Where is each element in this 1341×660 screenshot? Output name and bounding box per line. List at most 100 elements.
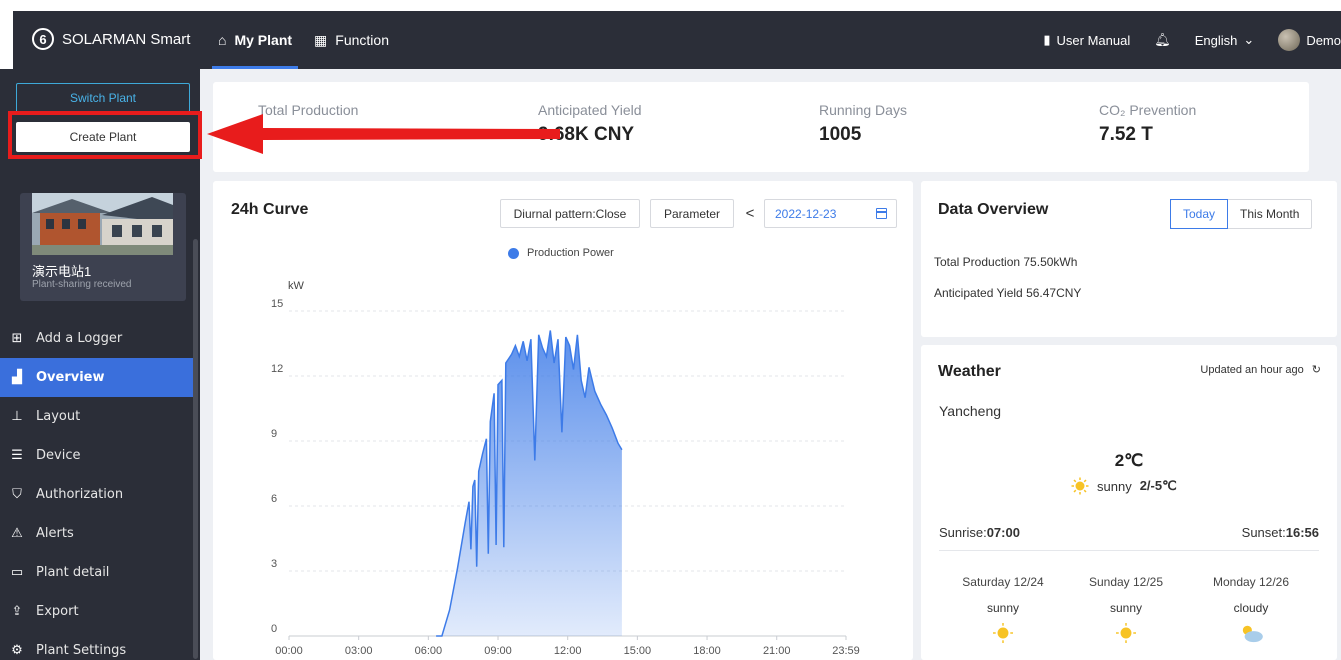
- x-tick-label: 09:00: [484, 645, 512, 657]
- weather-condition: sunny 2/-5℃: [1071, 477, 1177, 495]
- user-manual-label: User Manual: [1056, 32, 1131, 48]
- chart-legend[interactable]: Production Power: [508, 247, 614, 259]
- data-overview-card: Data Overview Today This Month Total Pro…: [921, 181, 1337, 337]
- production-power-chart: kW 0 3 6 9 12 15 00:00 03:00 06:00 09:00 12:00 15:00…: [271, 280, 860, 657]
- stat-total-production: Total Production: [258, 102, 358, 124]
- folder-icon: ▭: [10, 565, 24, 580]
- forecast-condition: sunny: [1109, 601, 1143, 615]
- sidebar-item-label: Plant detail: [36, 565, 110, 580]
- overview-title: Data Overview: [938, 201, 1049, 218]
- language-select[interactable]: English ⌄: [1195, 32, 1255, 48]
- sun-icon: [1071, 477, 1089, 495]
- language-label: English: [1194, 32, 1238, 48]
- sidebar-item-add-logger[interactable]: ⊞ Add a Logger: [0, 319, 198, 358]
- sidebar-menu: ⊞ Add a Logger ▟ Overview ⊥ Layout ☰ Dev…: [0, 319, 198, 660]
- solarman-logo-icon: 6: [32, 28, 54, 50]
- parameter-button[interactable]: Parameter: [650, 199, 734, 228]
- date-value: 2022-12-23: [775, 206, 837, 221]
- x-tick-label: 12:00: [554, 645, 582, 657]
- sidebar-item-plant-detail[interactable]: ▭ Plant detail: [0, 553, 198, 592]
- x-tick-label: 18:00: [693, 645, 721, 657]
- sidebar-item-label: Add a Logger: [36, 331, 123, 346]
- shield-icon: ⛉: [12, 487, 22, 502]
- sidebar-item-overview[interactable]: ▟ Overview: [0, 358, 198, 397]
- brand-logo[interactable]: 6 SOLARMAN Smart: [32, 28, 190, 50]
- y-tick-label: 0: [271, 623, 277, 635]
- refresh-icon[interactable]: ↻: [1312, 363, 1321, 376]
- sidebar-item-alerts[interactable]: ⚠ Alerts: [0, 514, 198, 553]
- x-tick-label: 23:59: [832, 645, 860, 657]
- switch-plant-button[interactable]: Switch Plant: [16, 83, 190, 113]
- sidebar-item-label: Export: [36, 604, 79, 619]
- weather-updated: Updated an hour ago ↻: [1200, 363, 1321, 377]
- stat-co2-prevention: CO₂ Prevention 7.52 T: [1099, 102, 1196, 146]
- y-axis-unit: kW: [288, 280, 305, 292]
- x-tick-label: 03:00: [345, 645, 373, 657]
- weather-city: Yancheng: [939, 403, 1002, 419]
- stat-label: Anticipated Yield: [538, 102, 642, 118]
- weather-temperature: 2℃: [1114, 451, 1144, 470]
- bell-alert-icon: ⚠: [11, 526, 23, 541]
- sun-icon: [993, 623, 1013, 643]
- x-tick-label: 15:00: [624, 645, 652, 657]
- sidebar-scrollbar[interactable]: [193, 239, 198, 659]
- notifications-button[interactable]: 🔔︎: [1154, 32, 1171, 48]
- forecast-day: Sunday 12/25 sunny: [1076, 575, 1176, 646]
- sidebar-item-authorization[interactable]: ⛉ Authorization: [0, 475, 198, 514]
- nav-my-plant[interactable]: ⌂ My Plant: [211, 11, 299, 69]
- forecast-day: Monday 12/26 cloudy: [1201, 575, 1301, 646]
- sunrise-label: Sunrise:: [939, 525, 987, 540]
- sidebar-item-label: Overview: [36, 370, 105, 385]
- stat-label: CO₂ Prevention: [1099, 102, 1197, 118]
- x-tick-label: 21:00: [763, 645, 791, 657]
- grid-icon: ▦: [314, 31, 328, 48]
- x-tick-label: 00:00: [275, 645, 303, 657]
- plus-square-icon: ⊞: [11, 331, 23, 346]
- book-icon: ▮: [1043, 32, 1051, 47]
- sidebar-item-label: Device: [36, 448, 81, 463]
- sunrise-time: 07:00: [986, 525, 1020, 540]
- user-manual-link[interactable]: ▮ User Manual: [1043, 32, 1130, 48]
- forecast-date: Sunday 12/25: [1088, 575, 1164, 589]
- nav-my-plant-label: My Plant: [234, 32, 293, 48]
- layout-icon: ⊥: [11, 409, 23, 424]
- overview-total-production: Total Production 75.50kWh: [934, 255, 1078, 269]
- stat-label: Running Days: [819, 102, 907, 118]
- weather-card: Weather Updated an hour ago ↻ Yancheng 2…: [921, 345, 1337, 660]
- overview-range-toggle: Today This Month: [1170, 199, 1313, 229]
- sidebar-item-export[interactable]: ⇪ Export: [0, 592, 198, 631]
- diurnal-pattern-button[interactable]: Diurnal pattern:Close: [500, 199, 640, 228]
- sidebar-item-layout[interactable]: ⊥ Layout: [0, 397, 198, 436]
- plant-sharing-status: Plant-sharing received: [32, 279, 132, 290]
- sidebar-item-label: Alerts: [36, 526, 74, 541]
- top-bar: 6 SOLARMAN Smart ⌂ My Plant ▦ Function ▮…: [0, 0, 1341, 69]
- y-tick-label: 3: [271, 558, 277, 570]
- user-name: Demo: [1306, 32, 1341, 48]
- tab-today[interactable]: Today: [1170, 199, 1229, 229]
- gear-icon: ⚙: [11, 643, 23, 658]
- weather-condition-text: sunny: [1097, 478, 1132, 494]
- plant-card[interactable]: 演示电站1 Plant-sharing received: [20, 193, 186, 301]
- tab-this-month[interactable]: This Month: [1228, 200, 1311, 228]
- brand-name: SOLARMAN Smart: [62, 30, 191, 48]
- previous-day-button[interactable]: <: [739, 199, 761, 228]
- summary-stats: Total Production Anticipated Yield 9.68K…: [213, 82, 1309, 172]
- sidebar-item-device[interactable]: ☰ Device: [0, 436, 198, 475]
- stat-value: 9.68K CNY: [538, 124, 635, 145]
- x-tick-label: 06:00: [415, 645, 443, 657]
- chart-icon: ▟: [12, 370, 22, 385]
- date-picker[interactable]: 2022-12-23: [764, 199, 897, 228]
- plant-name: 演示电站1: [32, 264, 92, 279]
- curve-card: 24h Curve Diurnal pattern:Close Paramete…: [213, 181, 913, 660]
- overview-anticipated-yield: Anticipated Yield 56.47CNY: [934, 286, 1082, 300]
- user-menu[interactable]: Demo: [1278, 29, 1341, 51]
- stat-value: 7.52 T: [1099, 124, 1153, 145]
- avatar: [1278, 29, 1301, 51]
- forecast-condition: cloudy: [1233, 601, 1269, 615]
- sidebar-item-plant-settings[interactable]: ⚙ Plant Settings: [0, 631, 198, 660]
- stat-anticipated-yield: Anticipated Yield 9.68K CNY: [538, 102, 642, 146]
- sunset: Sunset:16:56: [1242, 525, 1319, 540]
- nav-function[interactable]: ▦ Function: [314, 11, 389, 69]
- sidebar-item-label: Plant Settings: [36, 643, 127, 658]
- plant-photo: [32, 193, 173, 255]
